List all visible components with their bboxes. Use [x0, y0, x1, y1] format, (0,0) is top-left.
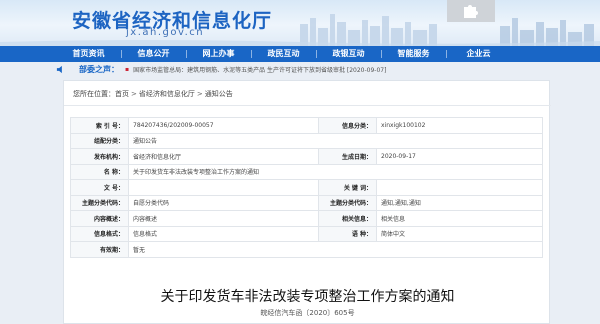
- breadcrumb-item-department[interactable]: 省经济和信息化厅: [139, 89, 195, 99]
- bullet-icon: ▪: [125, 66, 130, 73]
- breadcrumb-separator: >: [196, 90, 203, 98]
- breadcrumb-prefix: 您所在位置：: [73, 90, 115, 98]
- subject-label: 组配分类：: [70, 132, 129, 149]
- breadcrumb-item-home[interactable]: 首页: [115, 89, 129, 99]
- keywords-value: [376, 179, 543, 196]
- document-number: 皖经信汽车函〔2020〕605号: [260, 309, 355, 317]
- puzzle-piece-icon: [464, 5, 478, 18]
- breadcrumb-divider: [64, 105, 551, 106]
- issuer-value: 省经济和信息化厅: [128, 148, 319, 165]
- category-label: 信息分类：: [318, 117, 377, 134]
- speaker-icon: [56, 65, 62, 74]
- language-label: 语 种：: [318, 225, 377, 242]
- docno-label: 文 号：: [70, 179, 129, 196]
- name-value: 关于印发货车非法改装专项整治工作方案的通知: [128, 163, 543, 180]
- format-value: 信息格式: [128, 225, 319, 242]
- content-summary-label: 内容概述：: [70, 210, 129, 227]
- docno-value: [128, 179, 319, 196]
- site-header: 安徽省经济和信息化厅 jx.ah.gov.cn: [0, 0, 600, 46]
- nav-item-interaction[interactable]: 政民互动: [251, 46, 316, 62]
- theme-value: 自愿分类代码: [128, 194, 319, 211]
- nav-item-online-services[interactable]: 网上办事: [186, 46, 251, 62]
- index-label: 索 引 号：: [70, 117, 129, 134]
- language-value: 简体中文: [376, 225, 543, 242]
- content-summary-value: 内容概述: [128, 210, 319, 227]
- table-row: 信息格式： 信息格式 语 种： 简体中文: [70, 225, 543, 242]
- keywords-label: 关 键 词：: [318, 179, 377, 196]
- main-nav: 首页资讯 信息公开 网上办事 政民互动 政银互动 智能服务 企业云: [0, 46, 600, 62]
- name-label: 名 称：: [70, 163, 129, 180]
- breadcrumb-separator: >: [131, 90, 137, 98]
- site-domain: jx.ah.gov.cn: [126, 27, 205, 38]
- table-row: 文 号： 关 键 词：: [70, 179, 543, 196]
- table-row: 有效期： 暂无: [70, 241, 543, 258]
- related-info-value: 相关信息: [376, 210, 543, 227]
- issuer-label: 发布机构：: [70, 148, 129, 165]
- breadcrumb: 您所在位置： 首页 > 省经济和信息化厅 > 通知公告: [73, 89, 233, 99]
- table-row: 索 引 号： 784207436/202009-00057 信息分类： xinx…: [70, 117, 543, 134]
- document-title: 关于印发货车非法改装专项整治工作方案的通知: [160, 289, 455, 305]
- table-row: 主题分类代码： 自愿分类代码 主题分类代码： 通知,通知,通知: [70, 194, 543, 211]
- theme-label: 主题分类代码：: [70, 194, 129, 211]
- nav-item-home-news[interactable]: 首页资讯: [56, 46, 121, 62]
- table-row: 名 称： 关于印发货车非法改装专项整治工作方案的通知: [70, 163, 543, 180]
- subject-value: 通知公告: [128, 132, 543, 149]
- breadcrumb-item-notices[interactable]: 通知公告: [205, 89, 233, 99]
- ticker-label: 部委之声：: [79, 65, 119, 74]
- subject-code-label: 主题分类代码：: [318, 194, 377, 211]
- table-row: 内容概述： 内容概述 相关信息： 相关信息: [70, 210, 543, 227]
- subject-code-value: 通知,通知,通知: [376, 194, 543, 211]
- main-content-panel: 您所在位置： 首页 > 省经济和信息化厅 > 通知公告 索 引 号： 78420…: [63, 80, 551, 324]
- category-value: xinxigk100102: [376, 117, 543, 134]
- validity-value: 暂无: [128, 241, 543, 258]
- related-info-label: 相关信息：: [318, 210, 377, 227]
- ticker-link[interactable]: 国家市场监管总局：建筑用钢筋、水泥等五类产品 生产许可证将下放到省级审批 [20…: [133, 65, 386, 74]
- nav-item-smart-services[interactable]: 智能服务: [381, 46, 446, 62]
- date-label: 生成日期：: [318, 148, 377, 165]
- news-ticker: 部委之声： ▪ 国家市场监管总局：建筑用钢筋、水泥等五类产品 生产许可证将下放到…: [56, 63, 546, 76]
- date-value: 2020-09-17: [376, 148, 543, 165]
- table-row: 组配分类： 通知公告: [70, 132, 543, 149]
- format-label: 信息格式：: [70, 225, 129, 242]
- nav-item-info-disclosure[interactable]: 信息公开: [121, 46, 186, 62]
- nav-item-gov-bank[interactable]: 政银互动: [316, 46, 381, 62]
- nav-item-enterprise-cloud[interactable]: 企业云: [446, 46, 511, 62]
- table-row: 发布机构： 省经济和信息化厅 生成日期： 2020-09-17: [70, 148, 543, 165]
- validity-label: 有效期：: [70, 241, 129, 258]
- document-metadata-table: 索 引 号： 784207436/202009-00057 信息分类： xinx…: [70, 117, 543, 258]
- banner-image-placeholder: [447, 0, 495, 22]
- index-value: 784207436/202009-00057: [128, 117, 319, 134]
